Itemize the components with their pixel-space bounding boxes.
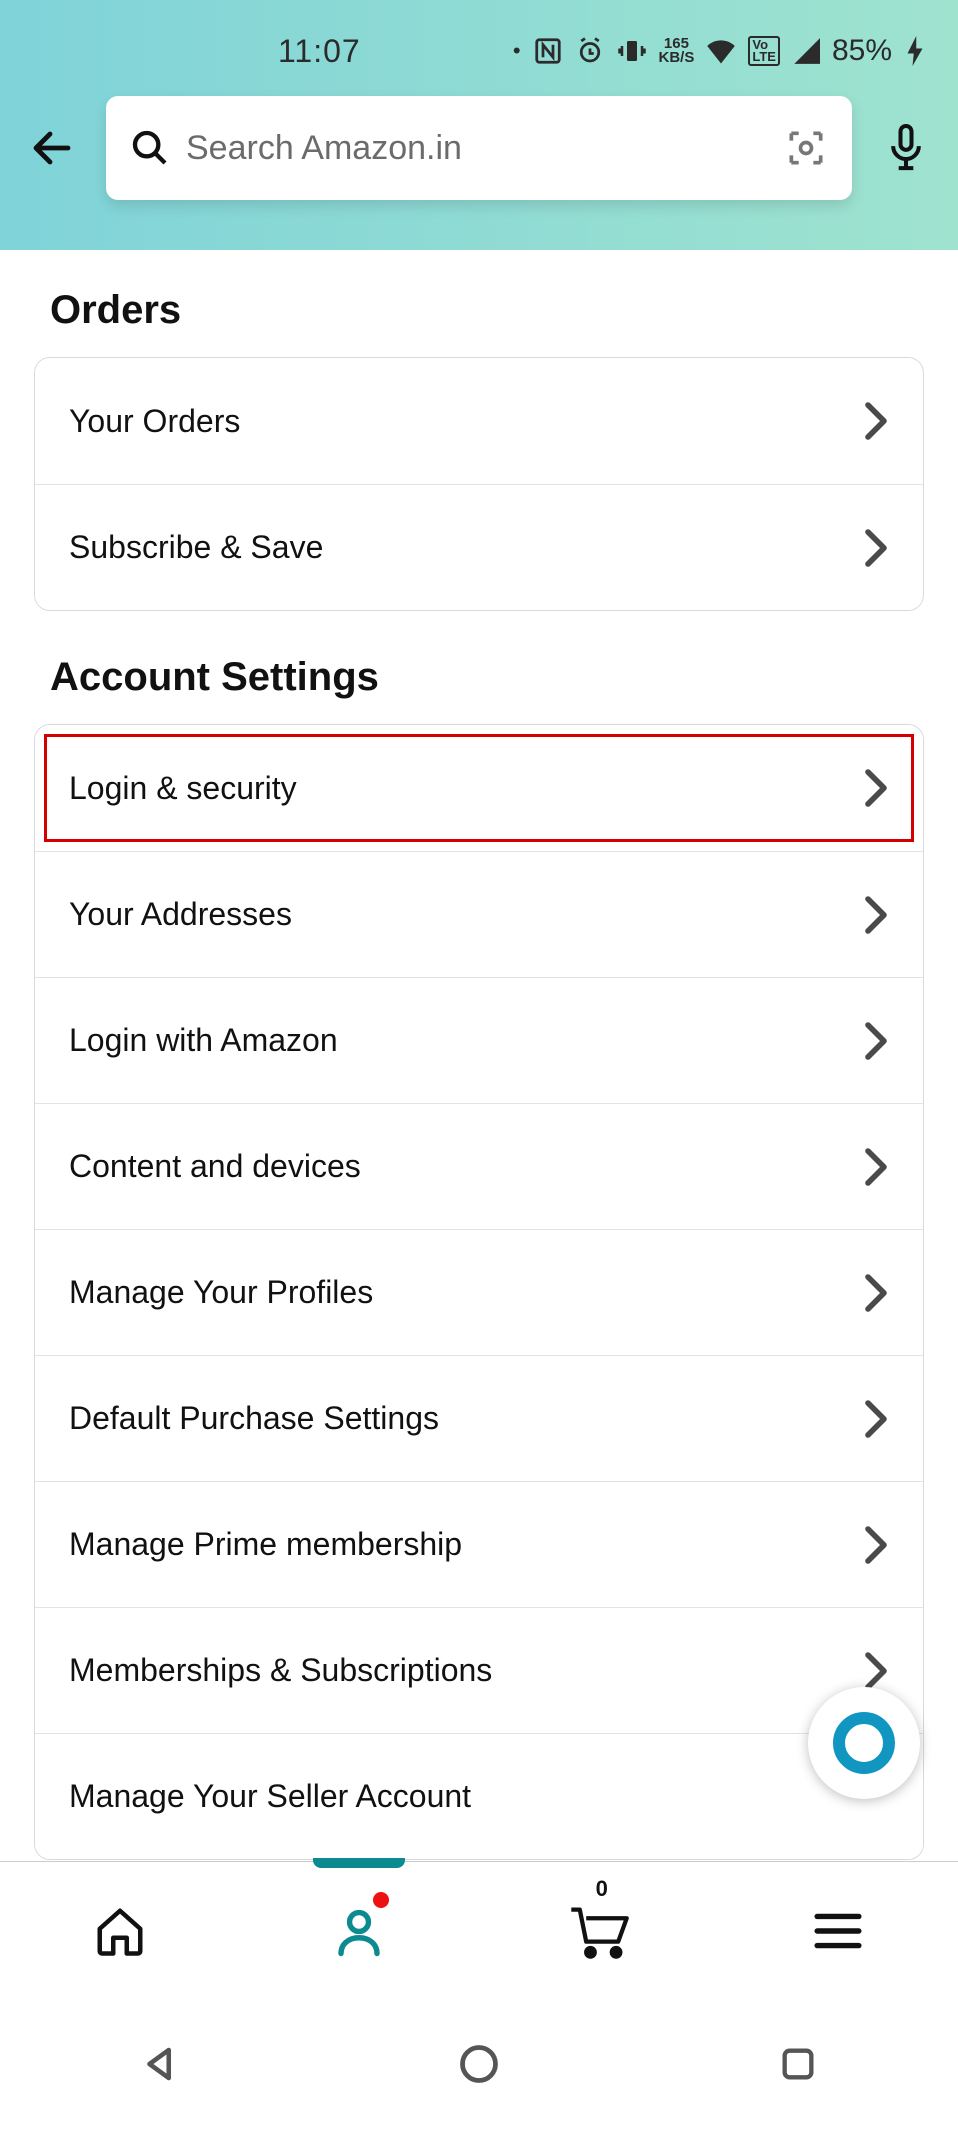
alexa-icon [833,1712,895,1774]
chevron-right-icon [863,1021,889,1061]
bottom-app-nav: 0 [0,1861,958,1999]
chevron-right-icon [863,401,889,441]
row-your-addresses[interactable]: Your Addresses [35,851,923,977]
chevron-right-icon [863,1525,889,1565]
row-your-orders[interactable]: Your Orders [35,358,923,484]
sys-back-button[interactable] [130,2034,190,2094]
row-label: Login with Amazon [69,1022,338,1059]
row-manage-prime[interactable]: Manage Prime membership [35,1481,923,1607]
row-manage-seller-account[interactable]: Manage Your Seller Account [35,1733,923,1859]
row-label: Login & security [69,770,297,807]
system-nav-bar [0,1999,958,2129]
mic-button[interactable] [878,120,934,176]
chevron-right-icon [863,1399,889,1439]
app-header: 11:07 • 165 KB/S VoLTE 85% [0,0,958,250]
active-tab-indicator [313,1858,405,1868]
wifi-icon [706,38,736,64]
row-content-devices[interactable]: Content and devices [35,1103,923,1229]
chevron-right-icon [863,768,889,808]
row-label: Your Addresses [69,896,292,933]
row-login-security[interactable]: Login & security [35,725,923,851]
row-label: Default Purchase Settings [69,1400,439,1437]
alexa-fab[interactable] [808,1687,920,1799]
sys-recent-button[interactable] [768,2034,828,2094]
nfc-icon [533,36,563,66]
row-label: Memberships & Subscriptions [69,1652,492,1689]
search-row [0,88,958,208]
battery-percent: 85% [832,34,892,68]
nav-cart[interactable]: 0 [479,1862,719,1999]
row-label: Subscribe & Save [69,529,323,566]
search-input[interactable] [186,129,768,168]
status-time: 11:07 [278,33,361,70]
chevron-right-icon [863,895,889,935]
network-speed: 165 KB/S [659,37,695,65]
row-subscribe-save[interactable]: Subscribe & Save [35,484,923,610]
account-card: Login & security Your Addresses Login wi… [34,724,924,1860]
row-label: Content and devices [69,1148,361,1185]
orders-section-title: Orders [50,288,908,333]
camera-icon[interactable] [784,126,828,170]
row-label: Manage Your Profiles [69,1274,373,1311]
nav-menu[interactable] [719,1862,958,1999]
search-icon [130,128,170,168]
speed-unit: KB/S [659,51,695,65]
row-label: Manage Your Seller Account [69,1778,471,1815]
cart-count: 0 [596,1876,608,1902]
chevron-right-icon [863,1273,889,1313]
row-label: Your Orders [69,403,240,440]
chevron-right-icon [863,1651,889,1691]
row-label: Manage Prime membership [69,1526,462,1563]
content: Orders Your Orders Subscribe & Save Acco… [0,250,958,1860]
orders-card: Your Orders Subscribe & Save [34,357,924,611]
row-manage-profiles[interactable]: Manage Your Profiles [35,1229,923,1355]
chevron-right-icon [863,528,889,568]
row-memberships-subscriptions[interactable]: Memberships & Subscriptions [35,1607,923,1733]
notification-dot-icon [373,1892,389,1908]
sys-home-button[interactable] [449,2034,509,2094]
account-section-title: Account Settings [50,655,908,700]
chevron-right-icon [863,1147,889,1187]
row-default-purchase-settings[interactable]: Default Purchase Settings [35,1355,923,1481]
nav-home[interactable] [0,1862,240,1999]
row-login-with-amazon[interactable]: Login with Amazon [35,977,923,1103]
back-button[interactable] [24,120,80,176]
volte-icon: VoLTE [748,36,780,66]
nav-account[interactable] [240,1862,480,1999]
alarm-icon [575,36,605,66]
status-dot-icon: • [513,38,521,64]
charging-icon [904,36,926,66]
search-box[interactable] [106,96,852,200]
vibrate-icon [617,36,647,66]
signal-icon [792,38,820,64]
status-bar: 11:07 • 165 KB/S VoLTE 85% [0,0,958,88]
